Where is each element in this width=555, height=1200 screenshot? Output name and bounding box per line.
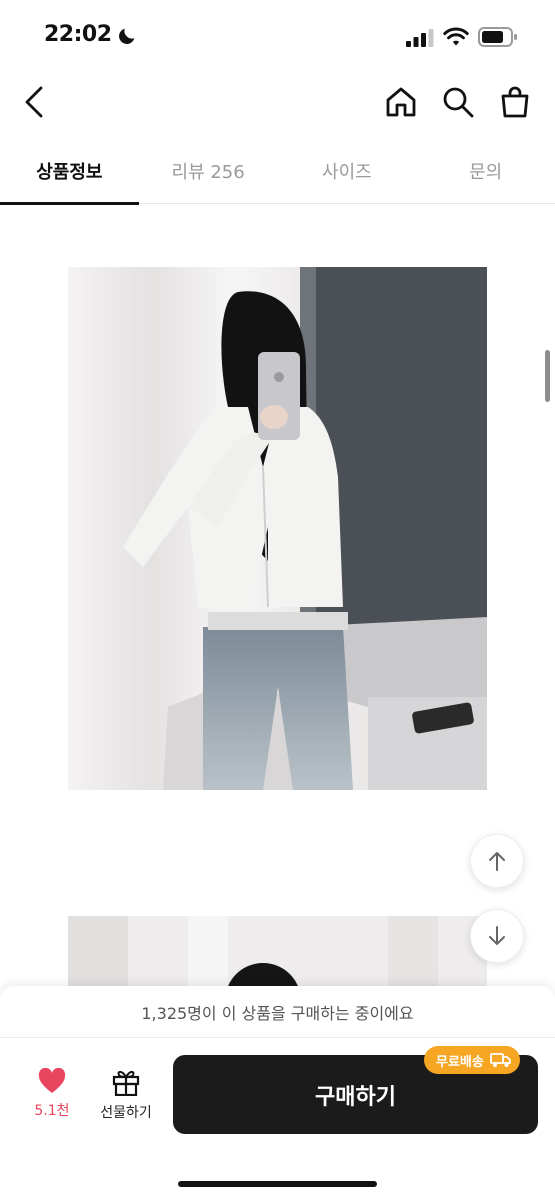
- gift-label: 선물하기: [100, 1105, 152, 1121]
- truck-icon: [489, 1053, 511, 1067]
- free-shipping-badge: 무료배송: [424, 1046, 520, 1074]
- tab-size[interactable]: 사이즈: [278, 138, 417, 204]
- scrollbar[interactable]: [545, 350, 550, 402]
- scroll-up-button[interactable]: [470, 834, 524, 888]
- buying-now-notice: 1,325명이 이 상품을 구매하는 중이에요: [0, 986, 555, 1038]
- top-navigation: [0, 70, 555, 136]
- home-indicator[interactable]: [178, 1181, 377, 1187]
- wifi-icon: [443, 27, 469, 46]
- home-icon: [386, 87, 416, 117]
- product-tabs: 상품정보 리뷰 256 사이즈 문의: [0, 138, 555, 205]
- search-icon: [443, 87, 474, 118]
- purchase-panel: 1,325명이 이 상품을 구매하는 중이에요 5.1천 선물하기 구매하기 무…: [0, 986, 555, 1200]
- moon-icon: [119, 28, 135, 44]
- gift-button[interactable]: 선물하기: [94, 1068, 158, 1132]
- status-time: 22:02: [44, 22, 112, 47]
- chevron-left-icon: [25, 86, 43, 118]
- arrow-down-icon: [489, 926, 505, 945]
- cart-button[interactable]: [497, 84, 533, 120]
- like-count: 5.1천: [34, 1103, 70, 1119]
- status-bar: 22:02: [0, 0, 555, 70]
- cellular-signal-icon: [406, 29, 434, 47]
- tab-inquiry[interactable]: 문의: [416, 138, 555, 204]
- back-button[interactable]: [16, 84, 52, 120]
- search-button[interactable]: [440, 84, 476, 120]
- like-button[interactable]: 5.1천: [22, 1068, 82, 1132]
- home-button[interactable]: [383, 84, 419, 120]
- free-shipping-label: 무료배송: [436, 1054, 484, 1070]
- scroll-down-button[interactable]: [470, 909, 524, 963]
- shopping-bag-icon: [501, 86, 529, 118]
- product-photo: [68, 267, 487, 790]
- gift-icon: [112, 1070, 140, 1096]
- heart-icon: [38, 1068, 66, 1093]
- arrow-up-icon: [489, 852, 505, 871]
- tab-product-info[interactable]: 상품정보: [0, 138, 139, 205]
- tab-reviews[interactable]: 리뷰 256: [139, 138, 278, 204]
- battery-icon: [478, 27, 517, 47]
